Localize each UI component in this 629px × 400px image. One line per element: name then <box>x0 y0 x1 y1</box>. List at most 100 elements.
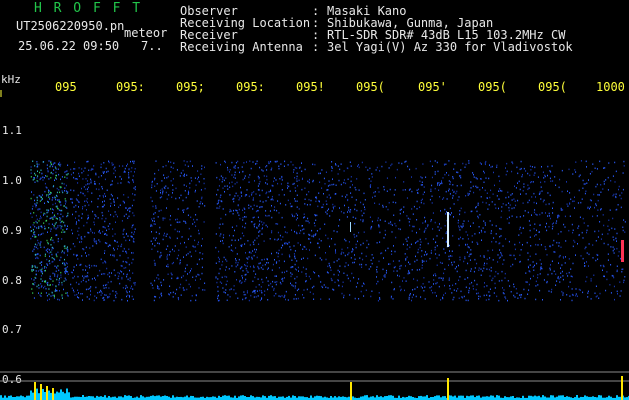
power-bar <box>270 395 272 400</box>
noise-dot <box>456 290 458 292</box>
noise-dot <box>166 258 168 260</box>
noise-dot <box>195 279 196 281</box>
noise-dot <box>606 278 608 281</box>
noise-dot <box>574 196 575 198</box>
noise-dot <box>578 175 580 178</box>
noise-dot <box>416 279 418 282</box>
noise-dot <box>613 193 615 196</box>
noise-dot <box>186 264 188 266</box>
noise-dot <box>529 236 531 238</box>
noise-dot <box>256 248 257 251</box>
noise-dot <box>608 162 610 164</box>
noise-dot <box>303 228 305 230</box>
noise-dot <box>267 196 269 198</box>
noise-dot <box>346 194 348 196</box>
noise-dot <box>198 206 200 208</box>
power-bar <box>242 395 244 400</box>
noise-dot <box>250 252 252 254</box>
power-bar <box>244 396 246 400</box>
noise-dot <box>473 176 475 178</box>
noise-dot <box>613 252 615 254</box>
noise-dot <box>421 261 423 263</box>
noise-dot <box>474 233 476 235</box>
noise-dot <box>467 220 469 222</box>
noise-dot <box>497 272 499 275</box>
noise-dot <box>93 221 95 223</box>
noise-dot <box>287 184 289 187</box>
noise-dot <box>492 259 494 261</box>
noise-dot <box>537 284 539 286</box>
noise-dot <box>284 226 286 228</box>
noise-dot <box>518 234 520 236</box>
noise-dot <box>549 269 551 271</box>
power-bar <box>386 396 388 400</box>
noise-dot <box>611 227 613 230</box>
noise-dot <box>305 280 307 283</box>
noise-dot <box>304 198 306 200</box>
noise-dot <box>514 258 516 260</box>
noise-dot <box>34 225 36 228</box>
noise-dot <box>131 226 133 229</box>
noise-dot <box>56 255 58 258</box>
noise-dot <box>620 206 622 209</box>
noise-dot <box>185 254 187 256</box>
noise-dot <box>53 241 55 244</box>
noise-dot <box>405 280 407 282</box>
noise-dot <box>32 235 34 237</box>
noise-dot <box>361 263 363 266</box>
noise-dot <box>154 239 156 241</box>
noise-dot <box>381 165 383 168</box>
noise-dot <box>102 201 103 203</box>
noise-dot <box>476 241 478 244</box>
noise-dot <box>471 241 473 243</box>
noise-dot <box>286 231 288 234</box>
noise-dot <box>595 203 597 205</box>
noise-dot <box>535 243 537 246</box>
noise-dot <box>571 275 573 278</box>
noise-dot <box>274 275 276 277</box>
noise-dot <box>106 296 108 299</box>
noise-dot <box>47 281 49 284</box>
noise-dot <box>78 227 80 229</box>
noise-dot <box>560 299 561 301</box>
noise-dot <box>133 187 135 189</box>
noise-dot <box>436 281 438 284</box>
noise-dot <box>363 192 365 195</box>
noise-dot <box>290 205 292 208</box>
noise-dot <box>618 250 620 253</box>
noise-dot <box>110 202 112 205</box>
noise-dot <box>40 196 42 198</box>
noise-dot <box>238 199 240 201</box>
noise-dot <box>458 264 459 267</box>
noise-dot <box>169 218 171 221</box>
noise-dot <box>421 287 423 289</box>
noise-dot <box>575 294 577 297</box>
noise-dot <box>151 218 153 220</box>
noise-dot <box>152 220 154 222</box>
noise-dot <box>462 297 464 299</box>
noise-dot <box>158 210 160 212</box>
noise-dot <box>408 261 409 264</box>
noise-dot <box>110 184 112 186</box>
noise-dot <box>607 243 609 246</box>
noise-dot <box>127 163 128 165</box>
noise-dot <box>432 228 434 230</box>
noise-dot <box>571 223 573 226</box>
noise-dot <box>268 162 270 165</box>
noise-dot <box>250 205 252 208</box>
noise-dot <box>498 299 500 302</box>
noise-dot <box>572 200 574 203</box>
noise-dot <box>603 265 605 268</box>
noise-dot <box>361 285 363 287</box>
noise-dot <box>340 253 342 255</box>
noise-dot <box>287 243 289 245</box>
noise-dot <box>129 290 130 293</box>
noise-dot <box>577 227 579 229</box>
noise-dot <box>540 266 542 268</box>
noise-dot <box>87 275 89 278</box>
noise-dot <box>128 168 130 170</box>
noise-dot <box>563 223 565 226</box>
noise-dot <box>39 254 41 257</box>
noise-dot <box>549 267 551 270</box>
noise-dot <box>611 274 613 277</box>
